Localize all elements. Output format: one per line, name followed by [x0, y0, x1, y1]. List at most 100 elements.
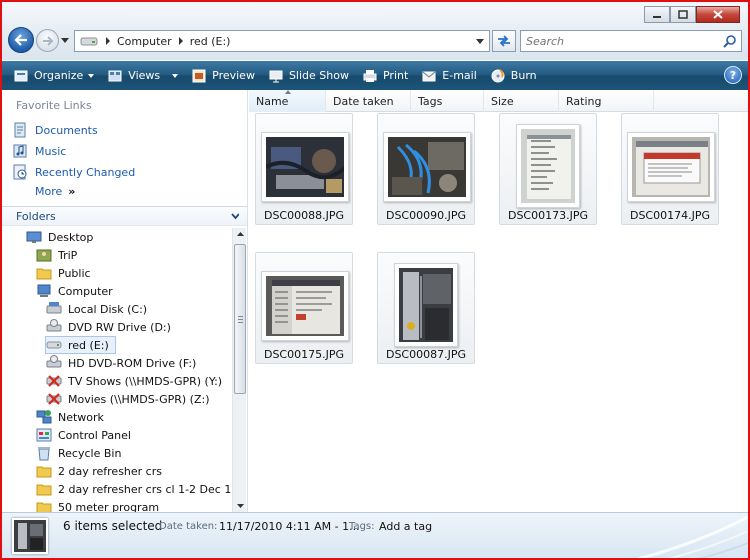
disconnected-drive-icon: [46, 375, 62, 387]
tree-item-computer[interactable]: Computer: [36, 282, 113, 300]
favorite-more-link[interactable]: More »: [35, 185, 75, 198]
tree-item-desktop[interactable]: Desktop: [26, 228, 93, 246]
organize-button[interactable]: Organize: [8, 64, 99, 88]
tree-item-2-day-refresher-crs-cl-1-2-dec-13[interactable]: 2 day refresher crs cl 1-2 Dec 13: [36, 480, 232, 498]
column-rating[interactable]: Rating: [559, 90, 654, 112]
column-headers: Name Date taken Tags Size Rating: [249, 90, 748, 112]
back-button[interactable]: [8, 27, 34, 53]
network-icon: [36, 410, 52, 424]
preview-button[interactable]: Preview: [186, 64, 260, 88]
tree-item-network[interactable]: Network: [36, 408, 104, 426]
tree-item-trip[interactable]: TriP: [36, 246, 77, 264]
chevron-down-icon: [231, 213, 239, 220]
favorite-music[interactable]: Music: [12, 143, 66, 159]
tree-item-50-meter-program[interactable]: 50 meter program: [36, 498, 159, 512]
breadcrumb-arrow-icon: [106, 37, 110, 45]
tree-item-red-e[interactable]: red (E:): [45, 336, 116, 354]
scroll-thumb[interactable]: [234, 244, 246, 394]
burn-button[interactable]: Burn: [485, 64, 542, 88]
tree-item-label: Desktop: [48, 230, 94, 244]
search-box[interactable]: [520, 30, 742, 52]
search-input[interactable]: [521, 34, 711, 48]
breadcrumb-red-drive[interactable]: red (E:): [186, 31, 235, 51]
recycle-bin-icon: [38, 447, 50, 461]
address-bar[interactable]: Computer red (E:): [74, 30, 490, 52]
help-button[interactable]: ?: [724, 66, 742, 84]
tree-item-label: 2 day refresher crs: [58, 464, 162, 478]
burn-label: Burn: [510, 69, 537, 82]
tree-item-control-panel[interactable]: Control Panel: [36, 426, 131, 444]
column-size-label: Size: [491, 94, 514, 108]
tree-item-label: Local Disk (C:): [68, 302, 148, 316]
breadcrumb-computer[interactable]: Computer: [113, 31, 176, 51]
file-name: DSC00173.JPG: [507, 209, 589, 222]
column-size[interactable]: Size: [484, 90, 559, 112]
tree-item-label: HD DVD-ROM Drive (F:): [68, 356, 197, 370]
file-list-pane: Name Date taken Tags Size Rating DSC0008…: [249, 90, 748, 512]
tree-item-hd-dvd-rom-drive-f[interactable]: HD DVD-ROM Drive (F:): [46, 354, 196, 372]
column-date-taken[interactable]: Date taken: [326, 90, 411, 112]
folders-header[interactable]: Folders: [2, 206, 247, 226]
favorite-recently-changed-label: Recently Changed: [35, 165, 136, 179]
file-thumbnail[interactable]: DSC00175.JPG: [255, 252, 353, 364]
tree-item-label: Public: [58, 266, 91, 280]
file-thumbnail[interactable]: DSC00090.JPG: [377, 113, 475, 225]
tree-item-2-day-refresher-crs[interactable]: 2 day refresher crs: [36, 462, 162, 480]
screen-list-photo-icon: [521, 129, 575, 203]
photo-frame: [394, 263, 458, 347]
tree-item-movies-hmds-gpr-z[interactable]: Movies (\\HMDS-GPR) (Z:): [46, 390, 210, 408]
music-icon: [13, 144, 27, 158]
control-panel-icon: [36, 428, 52, 442]
engine-wires-photo-icon: [388, 137, 466, 197]
organize-label: Organize: [34, 69, 84, 82]
minimize-button[interactable]: [644, 6, 670, 23]
views-button[interactable]: Views: [102, 64, 183, 88]
burn-disc-icon: [490, 68, 506, 84]
tree-item-label: Control Panel: [58, 428, 131, 442]
file-thumbnail[interactable]: DSC00174.JPG: [621, 113, 719, 225]
selection-count: 6 items selected: [63, 519, 163, 533]
organize-icon: [13, 68, 29, 84]
slideshow-button[interactable]: Slide Show: [263, 64, 354, 88]
arrow-right-icon: [42, 35, 53, 46]
file-thumbnail[interactable]: DSC00088.JPG: [255, 113, 353, 225]
details-pane: 6 items selected Date taken: 11/17/2010 …: [2, 512, 748, 558]
sort-ascending-icon: [285, 90, 291, 94]
tree-item-label: red (E:): [68, 338, 109, 352]
scroll-down-arrow[interactable]: [233, 500, 247, 512]
file-name: DSC00088.JPG: [263, 209, 345, 222]
photo-frame: [627, 132, 715, 202]
print-button[interactable]: Print: [357, 64, 413, 88]
scroll-up-arrow[interactable]: [233, 228, 247, 240]
column-tags[interactable]: Tags: [411, 90, 484, 112]
tree-item-public[interactable]: Public: [36, 264, 91, 282]
file-thumbnail[interactable]: DSC00087.JPG: [377, 252, 475, 364]
chevron-down-icon: [61, 37, 69, 43]
forward-button[interactable]: [36, 29, 59, 52]
favorite-documents[interactable]: Documents: [12, 122, 98, 138]
folder-tree: Desktop TriP Public Computer Local Disk (C:)…: [2, 228, 232, 512]
file-thumbnail[interactable]: DSC00173.JPG: [499, 113, 597, 225]
engine-photo-icon: [266, 137, 344, 197]
tree-item-tv-shows-hmds-gpr-y[interactable]: TV Shows (\\HMDS-GPR) (Y:): [46, 372, 222, 390]
tree-item-local-disk-c[interactable]: Local Disk (C:): [46, 300, 147, 318]
folder-tree-scrollbar[interactable]: [232, 228, 246, 512]
tree-item-recycle-bin[interactable]: Recycle Bin: [36, 444, 121, 462]
maximize-button[interactable]: [670, 6, 696, 23]
column-name[interactable]: Name: [249, 90, 326, 112]
navigation-pane: Favorite Links Documents Music Recently …: [2, 90, 248, 512]
recent-pages-dropdown[interactable]: [60, 35, 70, 45]
refresh-button[interactable]: [492, 30, 516, 52]
chevron-down-icon: [476, 38, 484, 44]
title-bar: Computer red (E:): [2, 2, 748, 60]
add-tag-field[interactable]: Add a tag: [379, 520, 432, 533]
double-chevron-icon: »: [68, 185, 76, 198]
hard-disk-icon: [46, 302, 62, 314]
favorite-recently-changed[interactable]: Recently Changed: [12, 164, 135, 180]
close-button[interactable]: [696, 6, 740, 23]
address-dropdown[interactable]: [473, 34, 487, 48]
email-button[interactable]: E-mail: [416, 64, 482, 88]
tree-item-dvd-rw-drive-d[interactable]: DVD RW Drive (D:): [46, 318, 171, 336]
tree-item-label: Network: [58, 410, 104, 424]
search-icon[interactable]: [723, 34, 737, 48]
